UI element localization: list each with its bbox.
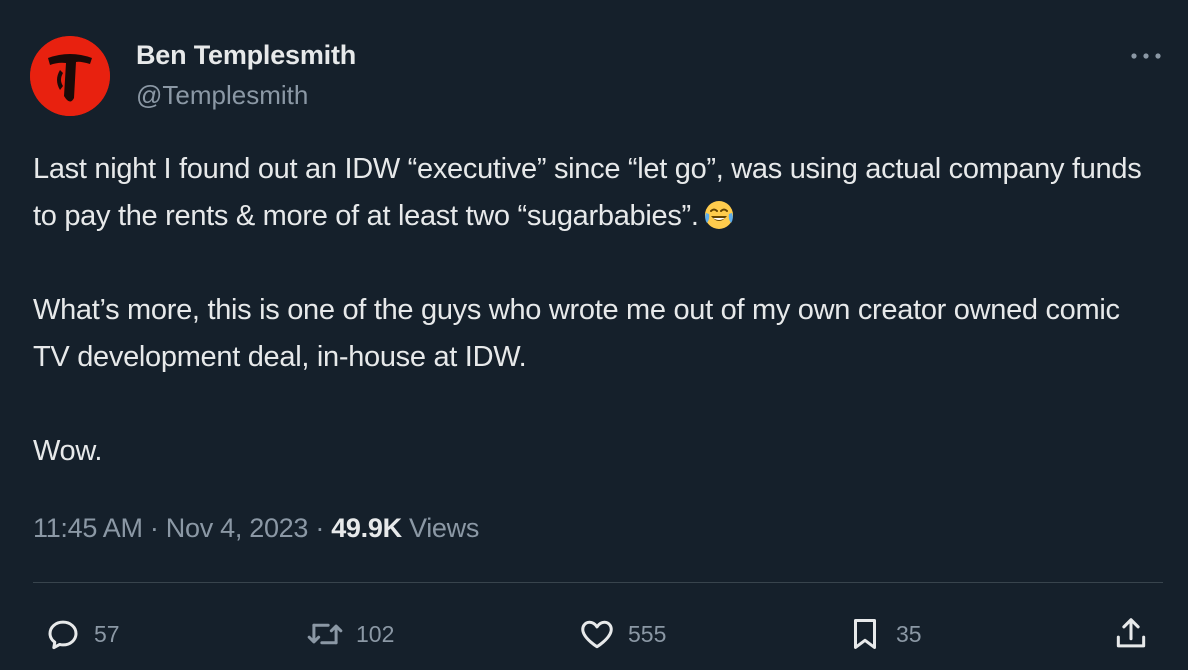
tweet-paragraph: Wow. (33, 435, 103, 467)
tweet-paragraph-text: Last night I found out an IDW “executive… (33, 153, 1142, 232)
meta-separator: · (149, 513, 159, 543)
avatar-logo-icon (30, 36, 110, 116)
reply-icon (48, 620, 78, 650)
more-horizontal-icon (1131, 53, 1161, 59)
reply-button[interactable]: 57 (44, 612, 120, 656)
tweet-paragraph: What’s more, this is one of the guys who… (33, 294, 1120, 373)
heart-icon (581, 620, 613, 649)
action-bar: 57 102 555 35 (0, 612, 1188, 656)
repost-count: 102 (356, 620, 395, 647)
like-count: 555 (628, 620, 667, 647)
bookmark-icon (853, 619, 877, 649)
face-with-tears-of-joy-icon (703, 199, 735, 231)
share-icon (1116, 618, 1146, 648)
repost-icon (307, 623, 343, 645)
bookmark-count: 35 (896, 620, 922, 647)
views-label: Views (408, 513, 480, 543)
user-handle[interactable]: @Templesmith (136, 80, 308, 111)
like-button[interactable]: 555 (578, 612, 666, 656)
tweet-meta: 11:45 AM · Nov 4, 2023 · 49.9K Views (33, 513, 479, 544)
share-button[interactable] (1112, 612, 1150, 656)
divider (33, 582, 1163, 583)
tweet-date[interactable]: Nov 4, 2023 (166, 513, 309, 543)
tweet-time[interactable]: 11:45 AM (33, 513, 143, 543)
avatar[interactable] (30, 36, 110, 116)
views-count: 49.9K (331, 513, 402, 543)
tweet-card: Ben Templesmith @Templesmith Last night … (0, 0, 1188, 670)
meta-separator: · (315, 513, 325, 543)
repost-button[interactable]: 102 (306, 612, 394, 656)
display-name[interactable]: Ben Templesmith (136, 40, 356, 71)
more-options-button[interactable] (1124, 42, 1168, 70)
tweet-paragraph: Last night I found out an IDW “executive… (33, 146, 1163, 240)
bookmark-button[interactable]: 35 (846, 612, 922, 656)
tweet-text: Last night I found out an IDW “executive… (33, 146, 1163, 475)
reply-count: 57 (94, 620, 120, 647)
